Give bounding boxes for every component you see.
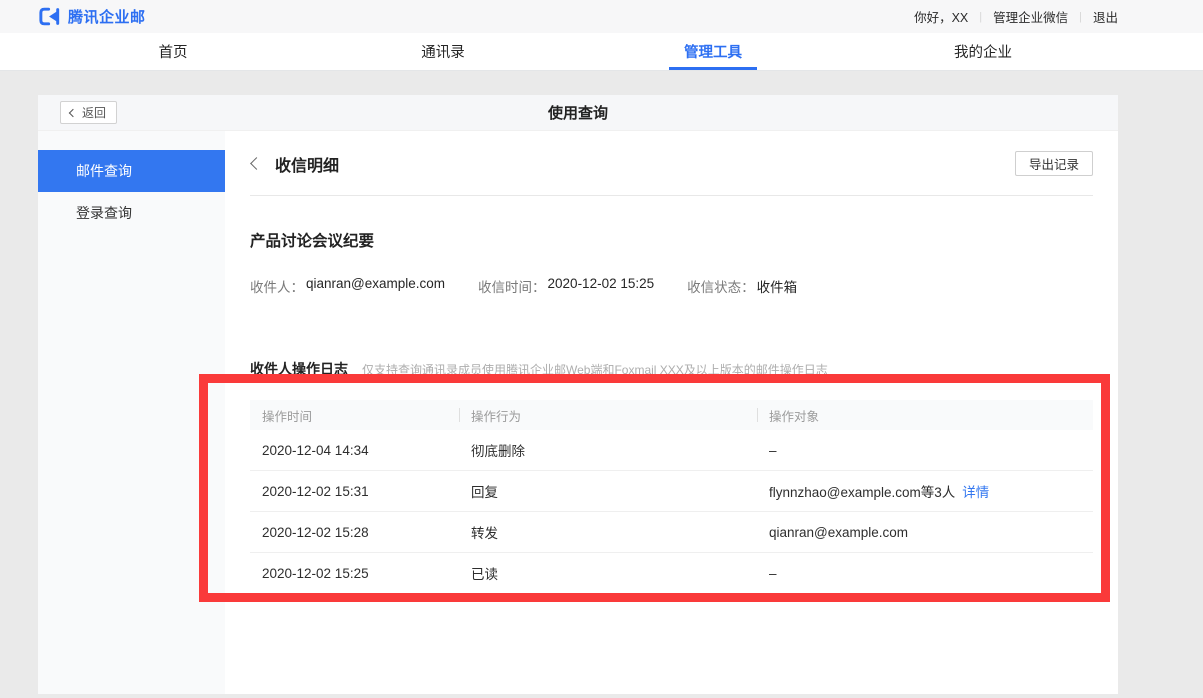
column-header-time: 操作时间 [250, 406, 459, 425]
sidebar-item-login-query[interactable]: 登录查询 [38, 192, 225, 234]
cell-action: 彻底删除 [459, 440, 757, 460]
meta-value: qianran@example.com [306, 276, 445, 296]
usage-query-panel: 返回 使用查询 邮件查询 登录查询 收信明细 导出记录 产品讨论会议纪要 收件人… [38, 95, 1118, 694]
export-records-button[interactable]: 导出记录 [1015, 151, 1093, 176]
cell-action: 转发 [459, 522, 757, 542]
exmail-logo[interactable]: 腾讯企业邮 [38, 6, 146, 27]
cell-time: 2020-12-02 15:25 [250, 566, 459, 581]
mail-meta-row: 收件人： qianran@example.com 收信时间： 2020-12-0… [250, 276, 1093, 296]
back-chevron-icon[interactable] [250, 157, 263, 170]
meta-label: 收信状态： [687, 276, 755, 296]
detail-header-left: 收信明细 [250, 152, 339, 176]
operation-log-header: 收件人操作日志 仅支持查询通讯录成员使用腾讯企业邮Web端和Foxmail XX… [250, 359, 1093, 379]
target-text: flynnzhao@example.com等3人 [769, 485, 955, 500]
detail-title: 收信明细 [275, 152, 339, 176]
mail-subject: 产品讨论会议纪要 [250, 229, 1093, 251]
nav-tab-admin-tools[interactable]: 管理工具 [578, 33, 848, 70]
sidebar: 邮件查询 登录查询 [38, 131, 225, 694]
nav-tab-my-company[interactable]: 我的企业 [848, 33, 1118, 70]
column-header-action: 操作行为 [459, 406, 757, 425]
return-button-label: 返回 [82, 104, 106, 121]
table-header-row: 操作时间 操作行为 操作对象 [250, 400, 1093, 430]
content-area: 收信明细 导出记录 产品讨论会议纪要 收件人： qianran@example.… [225, 131, 1118, 694]
panel-header: 返回 使用查询 [38, 95, 1118, 131]
table-row: 2020-12-02 15:28 转发 qianran@example.com [250, 512, 1093, 553]
cell-target: – [757, 443, 1093, 458]
chevron-left-icon [69, 108, 77, 116]
meta-receive-status: 收信状态： 收件箱 [687, 276, 797, 296]
operation-log-title: 收件人操作日志 [250, 359, 348, 379]
page-title: 使用查询 [548, 102, 608, 123]
user-greeting: 你好，XX [914, 7, 968, 26]
cell-time: 2020-12-02 15:28 [250, 525, 459, 540]
topbar-divider: | [1079, 11, 1082, 23]
cell-action: 回复 [459, 481, 757, 501]
exmail-logo-text: 腾讯企业邮 [68, 6, 146, 27]
detail-header: 收信明细 导出记录 [250, 131, 1093, 196]
operation-log-table: 操作时间 操作行为 操作对象 2020-12-04 14:34 彻底删除 – 2… [250, 400, 1093, 594]
cell-action: 已读 [459, 563, 757, 583]
target-text: qianran@example.com [769, 525, 908, 540]
table-row: 2020-12-02 15:31 回复 flynnzhao@example.co… [250, 471, 1093, 512]
operation-log-note: 仅支持查询通讯录成员使用腾讯企业邮Web端和Foxmail XXX及以上版本的邮… [362, 361, 828, 378]
logout-link[interactable]: 退出 [1093, 7, 1118, 26]
cell-target: flynnzhao@example.com等3人详情 [757, 481, 1093, 501]
topbar-divider: | [979, 11, 982, 23]
sidebar-item-mail-query[interactable]: 邮件查询 [38, 150, 225, 192]
panel-body: 邮件查询 登录查询 收信明细 导出记录 产品讨论会议纪要 收件人： qianra… [38, 131, 1118, 694]
main-nav-tabs: 首页 通讯录 管理工具 我的企业 [38, 33, 1118, 70]
column-header-target: 操作对象 [757, 406, 1093, 425]
meta-receive-time: 收信时间： 2020-12-02 15:25 [478, 276, 654, 296]
nav-tab-contacts[interactable]: 通讯录 [308, 33, 578, 70]
nav-tab-home[interactable]: 首页 [38, 33, 308, 70]
manage-wecom-link[interactable]: 管理企业微信 [993, 7, 1068, 26]
meta-value: 收件箱 [757, 276, 798, 296]
cell-target: qianran@example.com [757, 525, 1093, 540]
topbar-user-area: 你好，XX | 管理企业微信 | 退出 [914, 7, 1118, 26]
cell-target: – [757, 566, 1093, 581]
table-row: 2020-12-04 14:34 彻底删除 – [250, 430, 1093, 471]
meta-recipient: 收件人： qianran@example.com [250, 276, 445, 296]
target-text: – [769, 566, 777, 581]
meta-label: 收件人： [250, 276, 304, 296]
main-nav: 首页 通讯录 管理工具 我的企业 [0, 33, 1203, 71]
meta-value: 2020-12-02 15:25 [548, 276, 655, 296]
detail-link[interactable]: 详情 [962, 485, 989, 500]
exmail-logo-icon [38, 7, 61, 26]
table-row: 2020-12-02 15:25 已读 – [250, 553, 1093, 594]
target-text: – [769, 443, 777, 458]
top-bar: 腾讯企业邮 你好，XX | 管理企业微信 | 退出 [0, 0, 1203, 33]
cell-time: 2020-12-02 15:31 [250, 484, 459, 499]
cell-time: 2020-12-04 14:34 [250, 443, 459, 458]
meta-label: 收信时间： [478, 276, 546, 296]
return-button[interactable]: 返回 [60, 101, 117, 124]
